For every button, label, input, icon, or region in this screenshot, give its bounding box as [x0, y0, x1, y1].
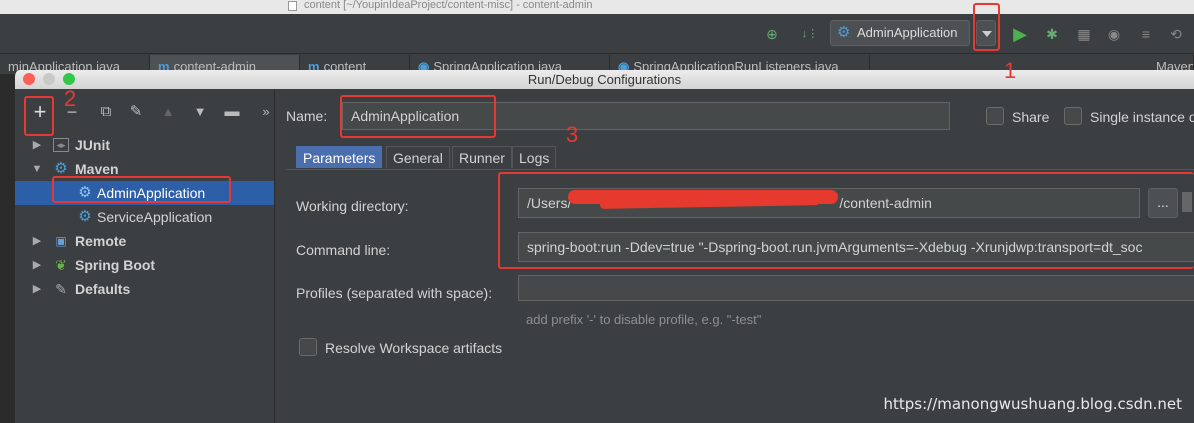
tree-item-admin-application[interactable]: ⚙ AdminApplication	[15, 181, 274, 205]
command-line-label: Command line:	[296, 242, 391, 258]
annotation-number-2: 2	[64, 86, 77, 111]
run-icon[interactable]: ▶	[1010, 24, 1030, 44]
edit-defaults-icon[interactable]: ✎	[125, 101, 147, 123]
parameters-panel: Working directory: /Users/ /content-admin…	[286, 169, 1194, 423]
tab-parameters[interactable]: Parameters	[296, 146, 383, 168]
left-gutter	[0, 74, 14, 423]
working-directory-suffix: /content-admin	[839, 195, 932, 211]
dialog-title: Run/Debug Configurations	[527, 72, 682, 87]
resolve-workspace-label: Resolve Workspace artifacts	[325, 340, 503, 356]
tree-item-label: AdminApplication	[97, 185, 206, 201]
run-configuration-selector[interactable]: ⚙ AdminApplication	[830, 20, 970, 46]
expand-arrow-icon[interactable]: ▶	[31, 133, 43, 157]
tree-item-remote[interactable]: ▶ ▣ Remote	[15, 229, 274, 253]
configuration-editor: Name: AdminApplication Share Single inst…	[276, 89, 1194, 423]
profiles-field[interactable]	[518, 275, 1194, 301]
move-up-icon[interactable]: ▲	[157, 101, 179, 123]
tree-item-junit[interactable]: ▶ ◂▸ JUnit	[15, 133, 274, 157]
share-checkbox[interactable]	[986, 107, 1004, 125]
tab-runner[interactable]: Runner	[452, 146, 512, 168]
tree-item-defaults[interactable]: ▶ ✎ Defaults	[15, 277, 274, 301]
configurations-toolbar: + − ⧉ ✎ ▲ ▼ ▬ »	[15, 89, 275, 133]
maven-gear-icon: ⚙	[78, 208, 92, 225]
junit-icon: ◂▸	[53, 138, 69, 152]
collapse-arrow-icon[interactable]: ▼	[31, 157, 43, 181]
run-configuration-dropdown-button[interactable]	[976, 20, 996, 46]
stop-icon[interactable]: ⟲	[1166, 24, 1186, 44]
tree-item-service-application[interactable]: ⚙ ServiceApplication	[15, 205, 274, 229]
defaults-wrench-icon: ✎	[55, 281, 67, 297]
name-label: Name:	[286, 108, 328, 124]
more-icon[interactable]: »	[255, 101, 277, 123]
annotation-number-3: 3	[566, 122, 579, 147]
ide-window-title: content [~/YoupinIdeaProject/content-mis…	[304, 0, 593, 11]
zoom-window-button[interactable]	[63, 73, 75, 85]
folder-macro-icon[interactable]	[1182, 192, 1192, 212]
tree-item-label: Remote	[75, 233, 127, 249]
tasks-icon[interactable]: ≡	[1136, 24, 1156, 44]
minimize-window-button[interactable]	[43, 73, 55, 85]
resolve-workspace-checkbox[interactable]	[299, 338, 317, 356]
tree-item-label: ServiceApplication	[97, 209, 213, 225]
configurations-panel: + − ⧉ ✎ ▲ ▼ ▬ » ▶ ◂▸ JUnit ▼ ⚙ Maven ⚙ A…	[15, 89, 275, 423]
share-label: Share	[1012, 109, 1050, 125]
tree-item-label: Maven	[75, 161, 119, 177]
run-configuration-label: AdminApplication	[857, 25, 958, 40]
add-configuration-icon[interactable]: ⊕	[762, 24, 782, 44]
watermark: https://manongwushuang.blog.csdn.net	[883, 395, 1182, 413]
tree-item-label: JUnit	[75, 137, 110, 153]
expand-arrow-icon[interactable]: ▶	[31, 253, 43, 277]
folder-icon[interactable]: ▬	[221, 101, 243, 123]
tree-item-spring-boot[interactable]: ▶ ❦ Spring Boot	[15, 253, 274, 277]
profiles-hint: add prefix '-' to disable profile, e.g. …	[526, 312, 762, 327]
remote-debug-icon: ▣	[55, 234, 67, 248]
add-configuration-button[interactable]: +	[29, 101, 51, 123]
maven-gear-icon: ⚙	[78, 184, 92, 201]
maven-gear-icon: ⚙	[837, 24, 851, 41]
dialog-title-bar: Run/Debug Configurations	[15, 70, 1194, 89]
document-icon	[288, 1, 297, 11]
maven-gear-icon: ⚙	[54, 160, 68, 177]
single-instance-checkbox[interactable]	[1064, 107, 1082, 125]
working-directory-label: Working directory:	[296, 198, 409, 214]
close-window-button[interactable]	[23, 73, 35, 85]
name-field[interactable]: AdminApplication	[342, 102, 950, 130]
move-down-icon[interactable]: ▼	[189, 101, 211, 123]
tree-item-label: Spring Boot	[75, 257, 156, 273]
tab-general[interactable]: General	[386, 146, 450, 168]
coverage-icon[interactable]: ▦	[1074, 24, 1094, 44]
run-debug-dialog: Run/Debug Configurations + − ⧉ ✎ ▲ ▼ ▬ »…	[14, 70, 1194, 423]
copy-configuration-icon[interactable]: ⧉	[95, 101, 117, 123]
spring-leaf-icon: ❦	[55, 257, 67, 273]
working-directory-prefix: /Users/	[527, 195, 572, 211]
debug-icon[interactable]: ✱	[1042, 24, 1062, 44]
ide-toolbar: ⊕ ↓⋮ ⚙ AdminApplication ▶ ✱ ▦ ◉ ≡ ⟲	[0, 14, 1194, 54]
annotation-number-1: 1	[1004, 58, 1017, 83]
expand-arrow-icon[interactable]: ▶	[31, 277, 43, 301]
ide-window-title-bar: content [~/YoupinIdeaProject/content-mis…	[0, 0, 1194, 14]
build-icon[interactable]: ↓⋮	[800, 24, 820, 44]
configurations-tree: ▶ ◂▸ JUnit ▼ ⚙ Maven ⚙ AdminApplication …	[15, 133, 274, 301]
profiles-label: Profiles (separated with space):	[296, 285, 493, 301]
single-instance-label: Single instance o	[1090, 109, 1194, 125]
tab-logs[interactable]: Logs	[512, 146, 557, 168]
tree-item-maven[interactable]: ▼ ⚙ Maven	[15, 157, 274, 181]
browse-directory-button[interactable]: ...	[1148, 188, 1178, 218]
profile-icon[interactable]: ◉	[1104, 24, 1124, 44]
command-line-field[interactable]: spring-boot:run -Ddev=true "-Dspring-boo…	[518, 232, 1194, 262]
expand-arrow-icon[interactable]: ▶	[31, 229, 43, 253]
chevron-down-icon	[982, 31, 992, 37]
tree-item-label: Defaults	[75, 281, 131, 297]
